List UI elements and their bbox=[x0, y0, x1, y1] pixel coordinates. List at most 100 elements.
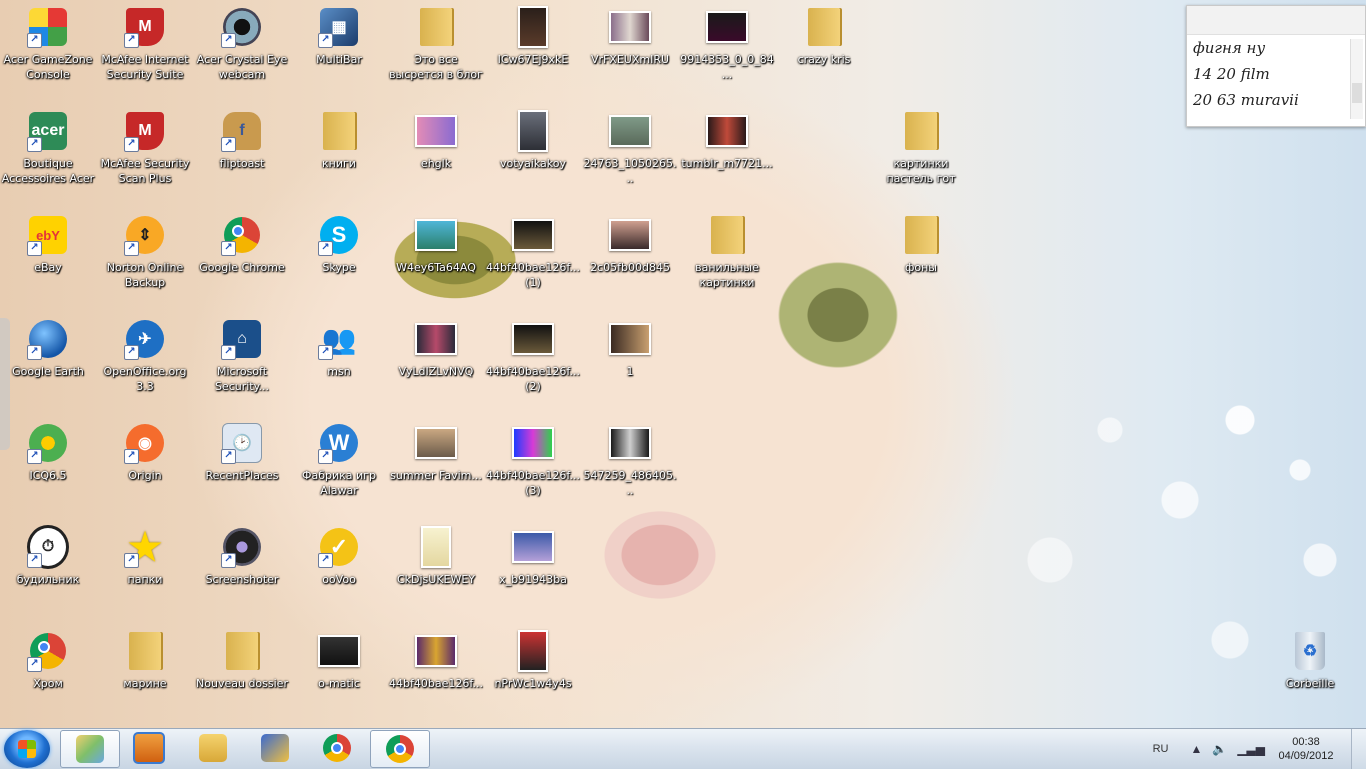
desktop-icon-microsoft-security[interactable]: ⌂ ↗ Microsoft Security... bbox=[194, 312, 290, 412]
start-button[interactable] bbox=[4, 730, 50, 768]
taskbar-button-explorer[interactable] bbox=[184, 730, 242, 766]
desktop-icon-mcafee-internet[interactable]: M ↗ McAfee Internet Security Suite bbox=[97, 0, 193, 100]
desktop-icon-image-44bf-3[interactable]: 44bf40bae126f... (3) bbox=[485, 416, 581, 516]
show-desktop-button[interactable] bbox=[1351, 729, 1366, 769]
note-line[interactable]: 14 20 film bbox=[1187, 61, 1365, 87]
desktop-icon-image-summer[interactable]: summer Favim... bbox=[388, 416, 484, 516]
image-thumbnail-icon bbox=[512, 422, 554, 464]
desktop-icon-o-matic[interactable]: o-matic bbox=[291, 624, 387, 724]
desktop-icon-image-44bf-2[interactable]: 44bf40bae126f... (2) bbox=[485, 312, 581, 412]
folder-icon bbox=[803, 6, 845, 48]
desktop-icon-recent-places[interactable]: 🕑 ↗ RecentPlaces bbox=[194, 416, 290, 516]
desktop-icon-ebay[interactable]: ebY ↗ eBay bbox=[0, 208, 96, 308]
desktop-icon-image-1[interactable]: 1 bbox=[582, 312, 678, 412]
desktop-icon-screenshoter[interactable]: ↗ Screenshoter bbox=[194, 520, 290, 620]
desktop-icon-recycle-bin[interactable]: ♻ Corbeille bbox=[1262, 624, 1358, 724]
folder-icon bbox=[900, 110, 942, 152]
desktop-icon-label: VrFXEUXmIRU bbox=[590, 53, 670, 66]
notes-scrollbar[interactable] bbox=[1350, 39, 1363, 119]
image-thumbnail-icon bbox=[609, 214, 651, 256]
notes-gadget-header[interactable] bbox=[1187, 6, 1365, 35]
norton-backup-icon: ⇕ ↗ bbox=[124, 214, 166, 256]
desktop-icon-image-icw67[interactable]: ICw67Ej9xkE bbox=[485, 0, 581, 100]
desktop-icon-image-24763[interactable]: 24763_1050265... bbox=[582, 104, 678, 204]
desktop-icon-label: x_b91943ba bbox=[499, 573, 567, 586]
desktop-icon-image-w4ey[interactable]: W4ey6Ta64AQ bbox=[388, 208, 484, 308]
desktop-icon-multibar[interactable]: ▦ ↗ MultiBar bbox=[291, 0, 387, 100]
image-thumbnail-icon bbox=[512, 214, 554, 256]
scrollbar-thumb[interactable] bbox=[1352, 83, 1362, 103]
desktop-icon-image-9914353[interactable]: 9914353_0_0_84... bbox=[679, 0, 775, 100]
desktop-icon-image-ehglk[interactable]: ehglk bbox=[388, 104, 484, 204]
desktop-icon-image-votyaikakoy[interactable]: votyaikakoy bbox=[485, 104, 581, 204]
desktop-icon-alawar[interactable]: W ↗ Фабрика игр Alawar bbox=[291, 416, 387, 516]
taskbar-button-libraries[interactable] bbox=[60, 730, 120, 768]
taskbar-button-pen-tool[interactable] bbox=[246, 730, 304, 766]
desktop-icon-icq[interactable]: ↗ ICQ6.5 bbox=[0, 416, 96, 516]
desktop-icon-origin[interactable]: ◉ ↗ Origin bbox=[97, 416, 193, 516]
desktop-icon-image-nprwc[interactable]: nPrWc1w4y4s bbox=[485, 624, 581, 724]
pen-tool-icon bbox=[261, 734, 289, 762]
desktop-icon-boutique-acer[interactable]: acer ↗ Boutique Accessoires Acer bbox=[0, 104, 96, 204]
desktop-icon-folder-vanilla[interactable]: ванильные картинки bbox=[679, 208, 775, 308]
chrome-icon: ↗ bbox=[221, 214, 263, 256]
desktop-icon-nouveau-dossier[interactable]: Nouveau dossier bbox=[194, 624, 290, 724]
desktop-icon-google-earth[interactable]: ↗ Google Earth bbox=[0, 312, 96, 412]
note-line[interactable]: фигня ну bbox=[1187, 35, 1365, 61]
desktop-icon-image-vrfx[interactable]: VrFXEUXmIRU bbox=[582, 0, 678, 100]
desktop[interactable]: ↗ Acer GameZone Console acer ↗ Boutique A… bbox=[0, 0, 1366, 728]
desktop-icon-label: ICQ6.5 bbox=[29, 469, 67, 482]
desktop-icon-fliptoast[interactable]: f ↗ fliptoast bbox=[194, 104, 290, 204]
desktop-icon-image-2c05[interactable]: 2c05fb00d845 bbox=[582, 208, 678, 308]
taskbar-button-chrome-running[interactable] bbox=[370, 730, 430, 768]
desktop-icon-image-ckdjs[interactable]: CkDjsUKEWEY bbox=[388, 520, 484, 620]
google-earth-icon: ↗ bbox=[27, 318, 69, 360]
language-indicator[interactable]: RU bbox=[1153, 743, 1169, 755]
recent-places-icon: 🕑 ↗ bbox=[221, 422, 263, 464]
desktop-icon-folder-crazy-kris[interactable]: crazy kris bbox=[776, 0, 872, 100]
desktop-icon-folder-marine[interactable]: марине bbox=[97, 624, 193, 724]
desktop-icon-oovoo[interactable]: ✓ ↗ ooVoo bbox=[291, 520, 387, 620]
desktop-icon-google-chrome[interactable]: ↗ Google Chrome bbox=[194, 208, 290, 308]
note-line[interactable]: 20 63 muravii bbox=[1187, 87, 1365, 113]
desktop-icon-label: Это все высрется в блог bbox=[389, 53, 483, 81]
desktop-icon-image-x-b919[interactable]: x_b91943ba bbox=[485, 520, 581, 620]
folder-icon bbox=[415, 6, 457, 48]
desktop-icon-label: будильник bbox=[16, 573, 80, 586]
desktop-icon-skype[interactable]: S ↗ Skype bbox=[291, 208, 387, 308]
desktop-icon-folder-books[interactable]: книги bbox=[291, 104, 387, 204]
notes-gadget[interactable]: фигня ну 14 20 film 20 63 muravii bbox=[1186, 5, 1366, 127]
desktop-icon-norton-backup[interactable]: ⇕ ↗ Norton Online Backup bbox=[97, 208, 193, 308]
desktop-icon-msn[interactable]: 👥 ↗ msn bbox=[291, 312, 387, 412]
desktop-icon-label: tumblr_m7721... bbox=[681, 157, 773, 170]
desktop-icon-label: o-matic bbox=[318, 677, 360, 690]
folder-icon bbox=[318, 110, 360, 152]
desktop-icon-folder-pastel-goth[interactable]: картинки пастель гот bbox=[873, 104, 969, 204]
image-thumbnail-icon bbox=[609, 6, 651, 48]
star-icon: ★ ↗ bbox=[124, 526, 166, 569]
oovoo-icon: ✓ ↗ bbox=[318, 526, 360, 568]
show-hidden-icons-icon[interactable]: ▲ bbox=[1190, 742, 1202, 756]
clock[interactable]: 00:38 04/09/2012 bbox=[1275, 735, 1337, 763]
desktop-icon-openoffice[interactable]: ✈ ↗ OpenOffice.org 3.3 bbox=[97, 312, 193, 412]
desktop-icon-image-547259[interactable]: 547259_486405... bbox=[582, 416, 678, 516]
desktop-icon-image-tumblr[interactable]: tumblr_m7721... bbox=[679, 104, 775, 204]
desktop-icon-folder-blog[interactable]: Это все высрется в блог bbox=[388, 0, 484, 100]
desktop-icon-chrome-shortcut[interactable]: ↗ Хром bbox=[0, 624, 96, 724]
network-signal-icon[interactable]: ▁▃▅ bbox=[1237, 742, 1265, 756]
desktop-icon-image-44bf-1[interactable]: 44bf40bae126f... (1) bbox=[485, 208, 581, 308]
volume-icon[interactable]: 🔈 bbox=[1212, 742, 1227, 756]
desktop-icon-folder-backgrounds[interactable]: фоны bbox=[873, 208, 969, 308]
desktop-icon-label: ooVoo bbox=[322, 573, 356, 586]
desktop-icon-image-vyld[interactable]: VyLdIZLvNVQ bbox=[388, 312, 484, 412]
desktop-icon-acer-gamezone[interactable]: ↗ Acer GameZone Console bbox=[0, 0, 96, 100]
desktop-icon-image-44bf-4[interactable]: 44bf40bae126f... bbox=[388, 624, 484, 724]
desktop-icon-mcafee-scan[interactable]: M ↗ McAfee Security Scan Plus bbox=[97, 104, 193, 204]
desktop-icon-folders-star[interactable]: ★ ↗ папки bbox=[97, 520, 193, 620]
desktop-icon-alarm-clock[interactable]: ⏱ ↗ будильник bbox=[0, 520, 96, 620]
desktop-icon-crystal-eye[interactable]: ↗ Acer Crystal Eye webcam bbox=[194, 0, 290, 100]
ebay-icon: ebY ↗ bbox=[27, 214, 69, 256]
desktop-icon-label: Screenshoter bbox=[205, 573, 279, 586]
taskbar-button-media-player[interactable] bbox=[120, 730, 178, 766]
taskbar-button-chrome-pinned[interactable] bbox=[308, 730, 366, 766]
